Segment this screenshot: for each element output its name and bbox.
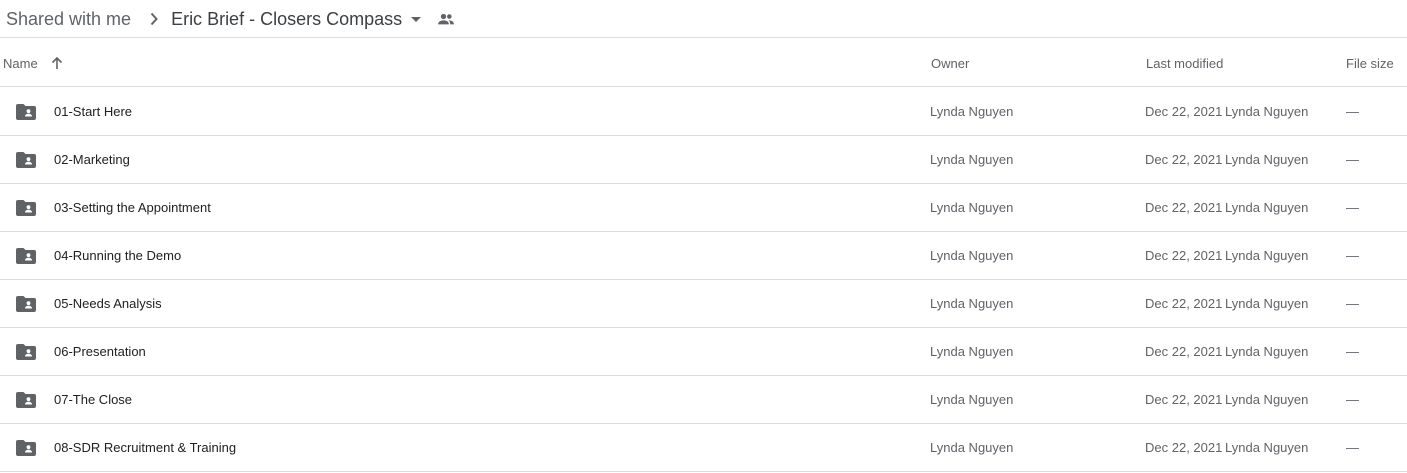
shared-folder-icon (15, 88, 37, 135)
file-modified-date: Dec 22, 2021 (1145, 200, 1223, 215)
shared-folder-icon (15, 232, 37, 279)
file-size: — (1346, 104, 1359, 119)
file-name: 06-Presentation (54, 344, 146, 359)
breadcrumb-current-label: Eric Brief - Closers Compass (171, 8, 403, 29)
shared-folder-icon (15, 376, 37, 423)
breadcrumb-current-folder[interactable]: Eric Brief - Closers Compass (171, 5, 426, 33)
arrow-up-icon[interactable] (48, 54, 66, 72)
file-modified-date: Dec 22, 2021 (1145, 152, 1223, 167)
column-header-file-size[interactable]: File size (1346, 39, 1394, 87)
breadcrumb: Shared with me Eric Brief - Closers Comp… (0, 0, 1407, 38)
file-modified-by: Lynda Nguyen (1225, 344, 1309, 359)
file-owner: Lynda Nguyen (930, 248, 1014, 263)
file-size: — (1346, 200, 1359, 215)
shared-folder-icon (15, 280, 37, 327)
file-name: 07-The Close (54, 392, 133, 407)
file-list: 01-Start Here Lynda Nguyen Dec 22, 2021 … (0, 88, 1407, 472)
file-size: — (1346, 152, 1359, 167)
file-modified-by: Lynda Nguyen (1225, 296, 1309, 311)
file-owner: Lynda Nguyen (930, 200, 1014, 215)
shared-folder-icon (15, 136, 37, 183)
table-row[interactable]: 08-SDR Recruitment & Training Lynda Nguy… (0, 424, 1407, 472)
file-modified-by: Lynda Nguyen (1225, 440, 1309, 455)
file-modified-by: Lynda Nguyen (1225, 104, 1309, 119)
people-icon[interactable] (434, 7, 458, 31)
column-header-last-modified-label: Last modified (1146, 55, 1224, 71)
file-modified-by: Lynda Nguyen (1225, 200, 1309, 215)
table-row[interactable]: 05-Needs Analysis Lynda Nguyen Dec 22, 2… (0, 280, 1407, 328)
shared-folder-icon (15, 184, 37, 231)
column-header-row: Name Owner Last modified File size (0, 39, 1407, 87)
file-name: 03-Setting the Appointment (54, 200, 211, 215)
file-owner: Lynda Nguyen (930, 392, 1014, 407)
shared-folder-icon (15, 328, 37, 375)
column-header-owner[interactable]: Owner (931, 39, 969, 87)
column-header-file-size-label: File size (1346, 55, 1394, 71)
file-owner: Lynda Nguyen (930, 296, 1014, 311)
column-header-name[interactable]: Name (3, 39, 66, 87)
file-modified-date: Dec 22, 2021 (1145, 392, 1223, 407)
file-modified-by: Lynda Nguyen (1225, 152, 1309, 167)
file-owner: Lynda Nguyen (930, 152, 1014, 167)
file-modified-date: Dec 22, 2021 (1145, 344, 1223, 359)
breadcrumb-shared-with-me[interactable]: Shared with me (6, 5, 131, 33)
caret-down-icon[interactable] (406, 9, 426, 29)
file-modified-date: Dec 22, 2021 (1145, 296, 1223, 311)
file-modified-date: Dec 22, 2021 (1145, 440, 1223, 455)
file-size: — (1346, 440, 1359, 455)
chevron-right-icon (142, 7, 166, 31)
table-row[interactable]: 06-Presentation Lynda Nguyen Dec 22, 202… (0, 328, 1407, 376)
table-row[interactable]: 02-Marketing Lynda Nguyen Dec 22, 2021 L… (0, 136, 1407, 184)
file-name: 05-Needs Analysis (54, 296, 162, 311)
file-size: — (1346, 344, 1359, 359)
column-header-owner-label: Owner (931, 55, 970, 71)
file-owner: Lynda Nguyen (930, 344, 1014, 359)
file-modified-by: Lynda Nguyen (1225, 248, 1309, 263)
table-row[interactable]: 01-Start Here Lynda Nguyen Dec 22, 2021 … (0, 88, 1407, 136)
file-owner: Lynda Nguyen (930, 104, 1014, 119)
table-row[interactable]: 04-Running the Demo Lynda Nguyen Dec 22,… (0, 232, 1407, 280)
file-size: — (1346, 392, 1359, 407)
file-name: 08-SDR Recruitment & Training (54, 440, 237, 455)
file-modified-date: Dec 22, 2021 (1145, 248, 1223, 263)
file-size: — (1346, 296, 1359, 311)
file-name: 04-Running the Demo (54, 248, 182, 263)
shared-folder-icon (15, 424, 37, 471)
file-size: — (1346, 248, 1359, 263)
file-modified-date: Dec 22, 2021 (1145, 104, 1223, 119)
file-modified-by: Lynda Nguyen (1225, 392, 1309, 407)
file-name: 01-Start Here (54, 104, 133, 119)
file-name: 02-Marketing (54, 152, 130, 167)
file-owner: Lynda Nguyen (930, 440, 1014, 455)
table-row[interactable]: 07-The Close Lynda Nguyen Dec 22, 2021 L… (0, 376, 1407, 424)
column-header-name-label: Name (3, 55, 38, 71)
column-header-last-modified[interactable]: Last modified (1146, 39, 1223, 87)
table-row[interactable]: 03-Setting the Appointment Lynda Nguyen … (0, 184, 1407, 232)
